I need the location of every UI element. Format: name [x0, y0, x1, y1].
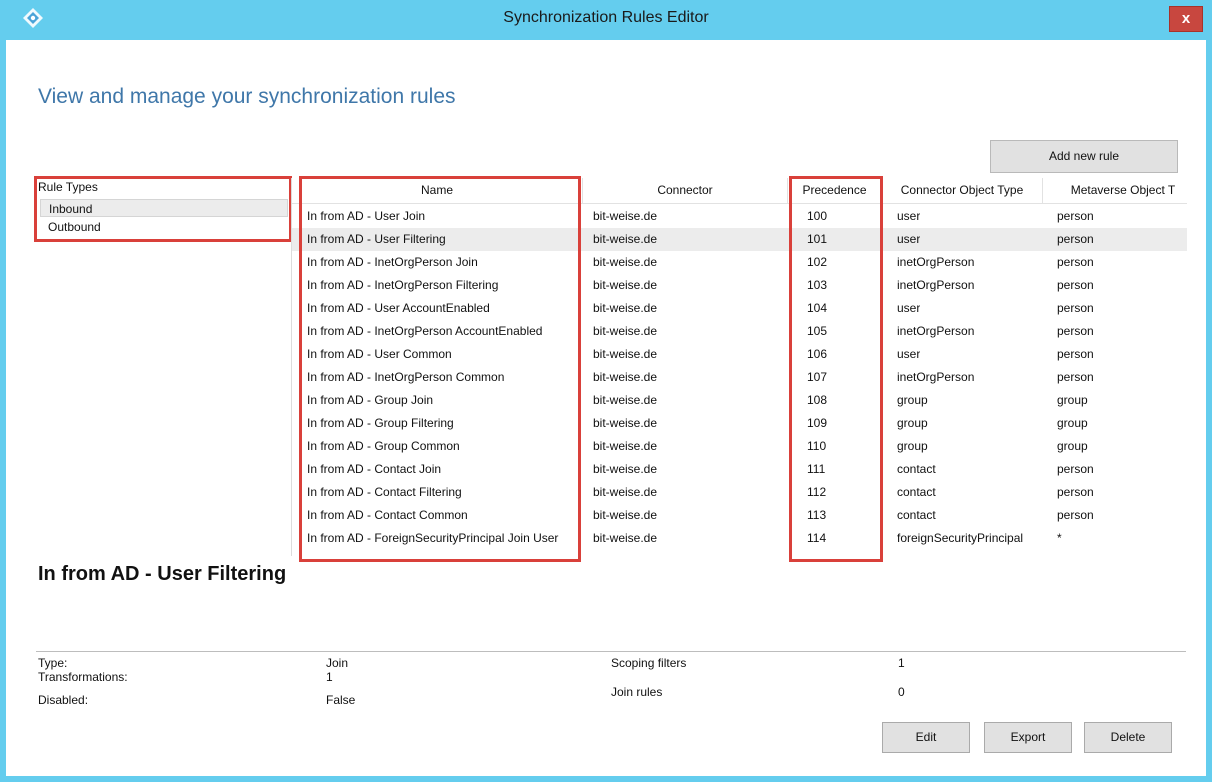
cell-connector-object-type: contact: [897, 508, 936, 522]
edit-button[interactable]: Edit: [882, 722, 970, 753]
cell-connector: bit-weise.de: [593, 255, 658, 269]
cell-metaverse-object-type: group: [1057, 416, 1088, 430]
scoping-filters-label: Scoping filters: [611, 656, 687, 670]
cell-metaverse-object-type: *: [1057, 531, 1062, 545]
cell-connector-object-type: user: [897, 347, 921, 361]
cell-connector-object-type: foreignSecurityPrincipal: [897, 531, 1024, 545]
join-rules-value: 0: [898, 685, 905, 699]
cell-connector-object-type: user: [897, 209, 921, 223]
cell-connector: bit-weise.de: [593, 439, 658, 453]
title-bar: Synchronization Rules Editor x: [0, 0, 1212, 40]
name-column-highlight: [299, 176, 581, 562]
cell-connector-object-type: group: [897, 416, 928, 430]
cell-connector: bit-weise.de: [593, 393, 658, 407]
window-title: Synchronization Rules Editor: [503, 9, 709, 26]
cell-connector-object-type: group: [897, 439, 928, 453]
selected-rule-title: In from AD - User Filtering: [38, 563, 287, 585]
cell-metaverse-object-type: person: [1057, 209, 1094, 223]
cell-metaverse-object-type: person: [1057, 324, 1094, 338]
column-header-connector-object-type[interactable]: Connector Object Type: [882, 178, 1043, 203]
scoping-filters-value: 1: [898, 656, 905, 670]
cell-connector-object-type: inetOrgPerson: [897, 255, 975, 269]
cell-connector: bit-weise.de: [593, 209, 658, 223]
cell-metaverse-object-type: person: [1057, 301, 1094, 315]
disabled-value: False: [326, 693, 356, 707]
type-value: Join: [326, 656, 349, 670]
column-header-connector[interactable]: Connector: [583, 178, 788, 203]
cell-connector-object-type: inetOrgPerson: [897, 370, 975, 384]
page-heading: View and manage your synchronization rul…: [38, 85, 456, 108]
cell-connector-object-type: inetOrgPerson: [897, 324, 975, 338]
delete-button[interactable]: Delete: [1084, 722, 1172, 753]
cell-metaverse-object-type: person: [1057, 550, 1094, 556]
cell-connector: bit-weise.de: [593, 347, 658, 361]
type-label: Type:: [38, 656, 68, 670]
add-new-rule-button[interactable]: Add new rule: [990, 140, 1178, 173]
precedence-column-highlight: [789, 176, 883, 562]
cell-metaverse-object-type: person: [1057, 462, 1094, 476]
join-rules-label: Join rules: [611, 685, 663, 699]
close-button[interactable]: x: [1169, 6, 1203, 32]
cell-metaverse-object-type: person: [1057, 485, 1094, 499]
cell-metaverse-object-type: person: [1057, 508, 1094, 522]
cell-connector-object-type: contact: [897, 485, 936, 499]
cell-connector-object-type: user: [897, 301, 921, 315]
cell-metaverse-object-type: person: [1057, 255, 1094, 269]
cell-connector: bit-weise.de: [593, 531, 658, 545]
transformations-value: 1: [326, 670, 333, 684]
disabled-label: Disabled:: [38, 693, 89, 707]
cell-connector-object-type: user: [897, 550, 920, 556]
cell-connector: bit-weise.de: [593, 416, 658, 430]
cell-metaverse-object-type: person: [1057, 232, 1094, 246]
export-button[interactable]: Export: [984, 722, 1072, 753]
cell-connector-object-type: group: [897, 393, 928, 407]
details-divider: [36, 651, 1186, 652]
cell-connector: bit-weise.de: [593, 324, 658, 338]
column-header-metaverse-object-type[interactable]: Metaverse Object T: [1043, 178, 1187, 203]
cell-connector: bit-weise.de: [593, 462, 658, 476]
rule-types-highlight: [34, 176, 292, 242]
cell-connector-object-type: contact: [897, 462, 936, 476]
cell-connector: bit-weise.de: [593, 232, 658, 246]
cell-connector: bit-weise.de: [593, 508, 658, 522]
cell-metaverse-object-type: person: [1057, 370, 1094, 384]
cell-connector-object-type: inetOrgPerson: [897, 278, 975, 292]
cell-connector: bit-weise.de: [593, 485, 658, 499]
cell-metaverse-object-type: person: [1057, 278, 1094, 292]
cell-connector: bit-weise.de: [593, 370, 658, 384]
cell-metaverse-object-type: person: [1057, 347, 1094, 361]
cell-connector: bit-weise.de: [593, 278, 658, 292]
cell-metaverse-object-type: group: [1057, 439, 1088, 453]
cell-connector: tenitertenwork - AAD: [593, 550, 703, 556]
cell-connector-object-type: user: [897, 232, 921, 246]
cell-metaverse-object-type: group: [1057, 393, 1088, 407]
transformations-label: Transformations:: [38, 670, 128, 684]
cell-connector: bit-weise.de: [593, 301, 658, 315]
